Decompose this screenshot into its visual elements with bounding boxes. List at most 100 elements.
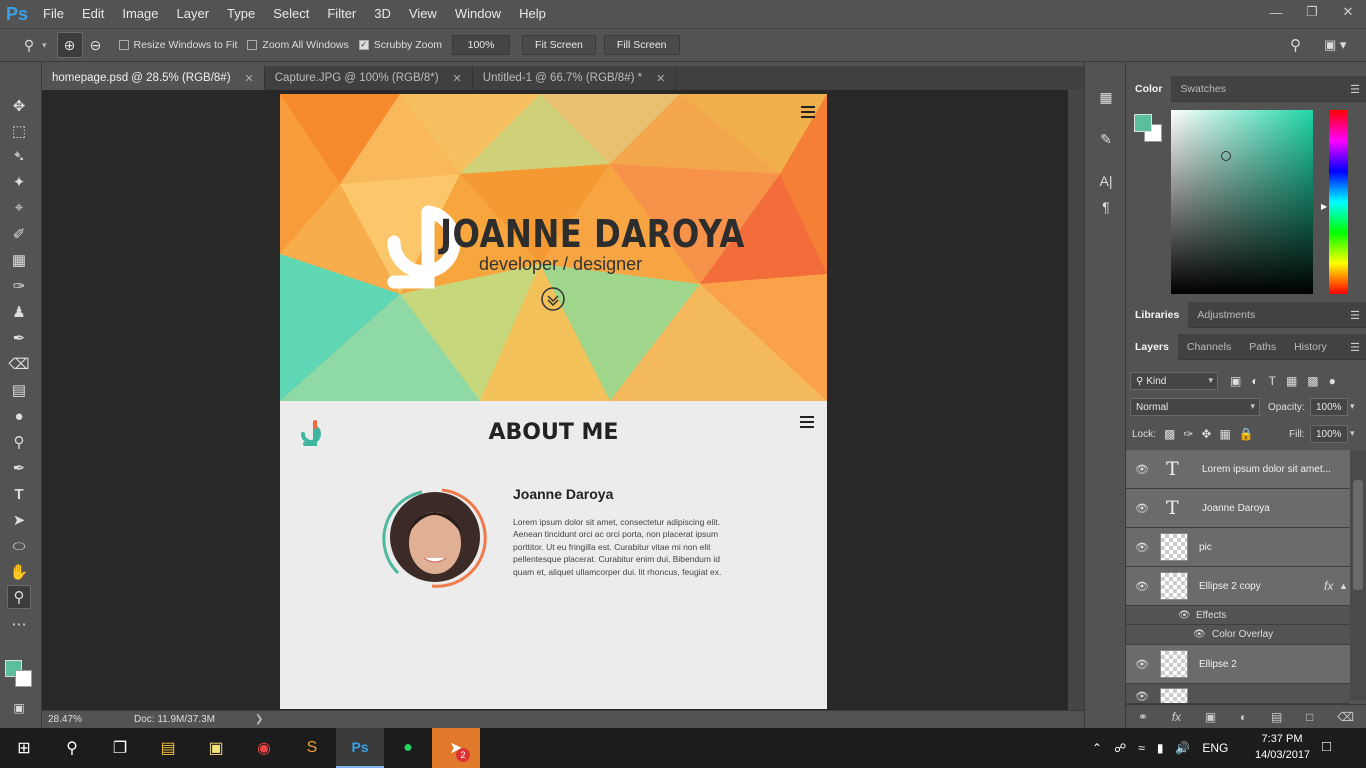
doc-tab-capture[interactable]: Capture.JPG @ 100% (RGB/8*) ✕ [265, 66, 473, 90]
layer-partial[interactable]: 👁 [1126, 684, 1350, 704]
zoom-tool-icon[interactable]: ⚲ [7, 585, 31, 609]
chevron-up-icon[interactable]: ⌃ [1092, 741, 1102, 755]
eye-icon[interactable]: 👁 [1178, 610, 1191, 621]
photoshop-taskbar-icon[interactable]: Ps [336, 728, 384, 768]
file-explorer-icon[interactable]: ▤ [144, 728, 192, 768]
battery-icon[interactable]: ▮ [1157, 741, 1164, 755]
resize-windows-checkbox[interactable]: Resize Windows to Fit [118, 39, 237, 51]
tab-channels[interactable]: Channels [1178, 334, 1240, 360]
zoom-in-icon[interactable]: ⊕ [56, 32, 83, 58]
filter-type-icon[interactable]: T [1269, 374, 1276, 388]
close-icon[interactable]: ✕ [453, 72, 462, 85]
background-color-swatch[interactable] [15, 670, 32, 687]
chevron-up-icon[interactable]: ▲ [1339, 581, 1348, 591]
scroll-thumb[interactable] [1353, 480, 1363, 590]
color-foreground-swatch[interactable] [1134, 114, 1152, 132]
eye-icon[interactable]: 👁 [1135, 658, 1149, 671]
filter-toggle-icon[interactable]: ● [1329, 374, 1336, 388]
magic-wand-icon[interactable]: ✦ [7, 170, 31, 194]
menu-edit[interactable]: Edit [73, 0, 113, 28]
panel-menu-icon[interactable]: ☰ [1350, 83, 1360, 96]
search-icon[interactable]: ⚲ [1290, 36, 1301, 54]
minimize-icon[interactable]: — [1258, 0, 1294, 24]
gradient-tool-icon[interactable]: ▤ [7, 378, 31, 402]
document-canvas[interactable]: JOANNE DAROYA developer / designer ABOUT… [280, 94, 827, 709]
task-view-icon[interactable]: ❐ [96, 728, 144, 768]
color-picker-cursor[interactable] [1221, 151, 1231, 161]
lock-position-icon[interactable]: ✥ [1201, 427, 1211, 441]
wifi-icon[interactable]: ≈ [1138, 741, 1145, 755]
filter-pixel-icon[interactable]: ▣ [1230, 374, 1241, 388]
menu-view[interactable]: View [400, 0, 446, 28]
layer-lorem[interactable]: 👁 T Lorem ipsum dolor sit amet... [1126, 450, 1350, 489]
path-select-icon[interactable]: ➤ [7, 508, 31, 532]
sticky-notes-icon[interactable]: ▣ [192, 728, 240, 768]
filter-shape-icon[interactable]: ▦ [1286, 374, 1297, 388]
quick-mask-icon[interactable]: ▣ [7, 696, 31, 720]
close-icon[interactable]: ✕ [245, 72, 254, 85]
sublime-icon[interactable]: S [288, 728, 336, 768]
panel-menu-icon[interactable]: ☰ [1350, 309, 1360, 322]
layer-color-overlay[interactable]: 👁 Color Overlay [1126, 625, 1350, 645]
eye-icon[interactable]: 👁 [1135, 541, 1149, 554]
zoom-level[interactable]: 28.47% [48, 714, 134, 725]
zoom-percent-field[interactable]: 100% [452, 35, 511, 55]
checkbox-box[interactable] [118, 40, 129, 50]
menu-image[interactable]: Image [113, 0, 167, 28]
hue-slider-handle[interactable]: ▶ [1321, 202, 1327, 211]
doc-tab-untitled[interactable]: Untitled-1 @ 66.7% (RGB/8#) * ✕ [473, 66, 677, 90]
layer-effects[interactable]: 👁 Effects [1126, 606, 1350, 625]
chevron-down-icon[interactable]: ▾ [42, 40, 47, 51]
brush-settings-icon[interactable]: ✎ [1095, 128, 1117, 150]
mask-icon[interactable]: ▣ [1205, 710, 1216, 724]
doc-tab-homepage[interactable]: homepage.psd @ 28.5% (RGB/8#) ✕ [42, 66, 265, 90]
action-center-icon[interactable]: □ [1322, 738, 1331, 755]
filter-adjust-icon[interactable]: ◐ [1251, 374, 1258, 388]
eraser-icon[interactable]: ⌫ [7, 352, 31, 376]
trash-icon[interactable]: ⌫ [1337, 710, 1354, 724]
fill-screen-button[interactable]: Fill Screen [603, 35, 680, 55]
spotify-icon[interactable]: ● [384, 728, 432, 768]
hue-slider[interactable] [1329, 110, 1348, 294]
more-tools-icon[interactable]: ⋯ [7, 612, 31, 636]
pen-tool-icon[interactable]: ✒ [7, 456, 31, 480]
menu-window[interactable]: Window [446, 0, 510, 28]
lock-artboard-icon[interactable]: ▦ [1219, 427, 1230, 441]
dodge-tool-icon[interactable]: ⚲ [7, 430, 31, 454]
paragraph-icon[interactable]: ¶ [1095, 196, 1117, 218]
layers-scrollbar[interactable] [1350, 450, 1366, 700]
opacity-field[interactable]: 100% [1310, 398, 1348, 416]
move-tool-icon[interactable]: ✥ [7, 94, 31, 118]
chrome-icon[interactable]: ◉ [240, 728, 288, 768]
search-icon[interactable]: ⚲ [48, 728, 96, 768]
chevron-down-icon[interactable]: ▾ [1350, 401, 1355, 412]
tab-history[interactable]: History [1285, 334, 1336, 360]
checkbox-box-checked[interactable]: ✓ [358, 40, 369, 50]
properties-icon[interactable]: ▦ [1095, 86, 1117, 108]
fx-icon[interactable]: fx [1172, 710, 1181, 724]
telegram-icon[interactable]: ➤ 2 [432, 728, 480, 768]
blend-mode-select[interactable]: Normal ▾ [1130, 398, 1260, 416]
layer-joanne[interactable]: 👁 T Joanne Daroya [1126, 489, 1350, 528]
eye-icon[interactable]: 👁 [1135, 502, 1149, 515]
brush-tool-icon[interactable]: ✑ [7, 274, 31, 298]
history-brush-icon[interactable]: ✒ [7, 326, 31, 350]
new-layer-icon[interactable]: □ [1306, 710, 1313, 724]
scrubby-zoom-checkbox[interactable]: ✓ Scrubby Zoom [358, 39, 442, 51]
workspace-icon[interactable]: ▣ ▾ [1324, 37, 1346, 53]
hand-tool-icon[interactable]: ✋ [7, 560, 31, 584]
close-icon[interactable]: ✕ [1330, 0, 1366, 24]
tab-adjustments[interactable]: Adjustments [1188, 302, 1264, 328]
type-tool-icon[interactable]: T [7, 482, 31, 506]
hero-menu-icon[interactable] [801, 106, 815, 118]
tab-libraries[interactable]: Libraries [1126, 301, 1189, 328]
language-indicator[interactable]: ENG [1202, 741, 1228, 755]
vertical-scrollbar[interactable] [1068, 90, 1084, 710]
layer-pic[interactable]: 👁 pic [1126, 528, 1350, 567]
fx-badge[interactable]: fx [1324, 579, 1333, 593]
menu-filter[interactable]: Filter [318, 0, 365, 28]
folder-icon[interactable]: ▤ [1271, 710, 1282, 724]
color-field[interactable] [1171, 110, 1313, 294]
clock[interactable]: 7:37 PM 14/03/2017 [1255, 731, 1310, 763]
marquee-tool-icon[interactable]: ⬚ [7, 119, 31, 143]
